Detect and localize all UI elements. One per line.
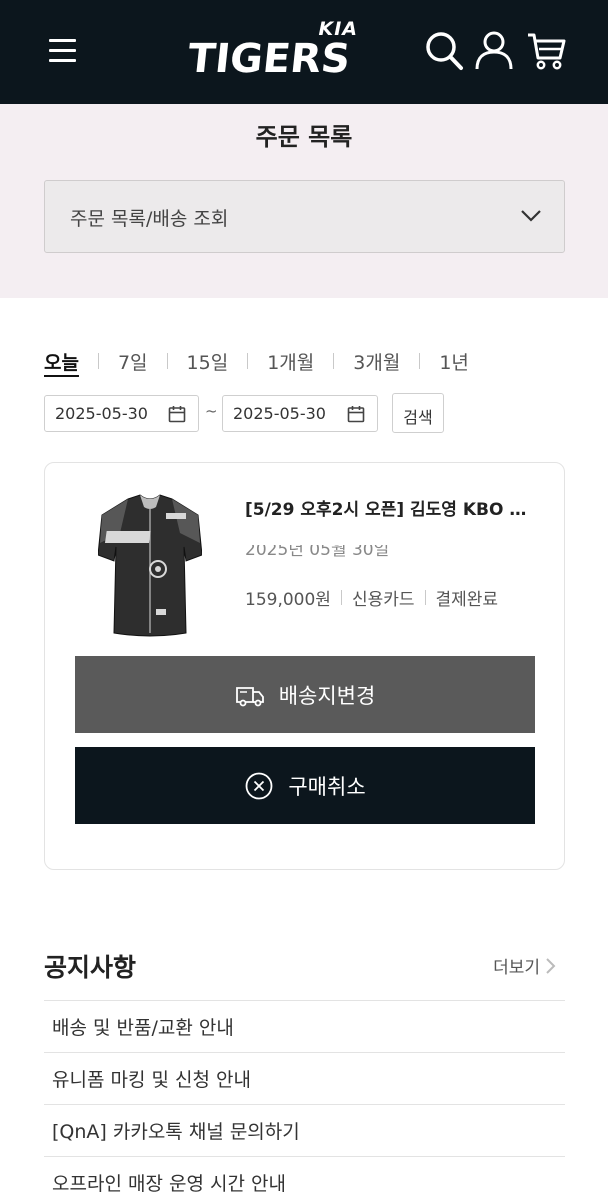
search-icon[interactable] — [424, 30, 464, 72]
period-1year[interactable]: 1년 — [439, 348, 469, 375]
calendar-icon[interactable] — [168, 405, 186, 423]
user-icon[interactable] — [474, 30, 514, 72]
notice-more-label: 더보기 — [493, 958, 540, 978]
end-date-value: 2025-05-30 — [233, 404, 326, 423]
order-date: 2025년 05월 30일 — [245, 545, 389, 559]
close-circle-icon — [245, 772, 273, 799]
period-7days[interactable]: 7일 — [118, 348, 148, 375]
order-meta: 159,000원 신용카드 결제완료 — [245, 585, 498, 610]
payment-method: 신용카드 — [351, 590, 415, 610]
search-button-label: 검색 — [403, 408, 433, 427]
page-title: 주문 목록 — [255, 123, 353, 151]
search-button[interactable]: 검색 — [392, 393, 444, 433]
notice-list: 배송 및 반품/교환 안내 유니폼 마킹 및 신청 안내 [QnA] 카카오톡 … — [44, 1000, 565, 1200]
order-price: 159,000원 — [245, 590, 331, 610]
date-range-separator: ~ — [205, 402, 218, 420]
notice-item[interactable]: 배송 및 반품/교환 안내 — [44, 1000, 565, 1052]
period-3months[interactable]: 3개월 — [353, 348, 400, 375]
notice-section-title: 공지사항 — [44, 953, 137, 982]
divider — [424, 590, 426, 605]
order-menu-select-value: 주문 목록/배송 조회 — [70, 208, 229, 230]
period-1month[interactable]: 1개월 — [267, 348, 314, 375]
product-title[interactable]: [5/29 오후2시 오픈] 김도영 KBO 올스타 유니폼 — [245, 495, 535, 520]
divider — [340, 590, 342, 605]
cancel-purchase-button[interactable]: 구매취소 — [75, 747, 535, 824]
divider — [97, 353, 99, 369]
period-15days[interactable]: 15일 — [187, 348, 229, 375]
change-address-button[interactable]: 배송지변경 — [75, 656, 535, 733]
delivery-truck-icon — [235, 686, 264, 706]
start-date-value: 2025-05-30 — [55, 404, 148, 423]
divider — [419, 353, 421, 369]
period-filter: 오늘 7일 15일 1개월 3개월 1년 — [44, 346, 469, 376]
notice-item[interactable]: 유니폼 마킹 및 신청 안내 — [44, 1052, 565, 1104]
order-date-text: 2025년 05월 30일 — [245, 545, 390, 559]
divider — [247, 353, 249, 369]
change-address-label: 배송지변경 — [278, 683, 376, 708]
cancel-purchase-label: 구매취소 — [288, 774, 366, 799]
divider — [166, 353, 168, 369]
tigers-logo[interactable]: KIA TIGERS — [186, 16, 366, 84]
cart-icon[interactable] — [526, 30, 566, 72]
notice-item[interactable]: 오프라인 매장 운영 시간 안내 — [44, 1156, 565, 1200]
end-date-input[interactable]: 2025-05-30 — [222, 395, 378, 432]
period-today[interactable]: 오늘 — [44, 348, 79, 375]
tigers-logo-text: TIGERS — [185, 36, 353, 82]
app-header: KIA TIGERS — [0, 0, 608, 104]
start-date-input[interactable]: 2025-05-30 — [44, 395, 199, 432]
hamburger-icon[interactable] — [49, 37, 76, 65]
divider — [333, 353, 335, 369]
order-menu-select[interactable]: 주문 목록/배송 조회 — [44, 180, 565, 253]
order-status: 결제완료 — [435, 590, 499, 610]
notice-item[interactable]: [QnA] 카카오톡 채널 문의하기 — [44, 1104, 565, 1156]
order-card: [5/29 오후2시 오픈] 김도영 KBO 올스타 유니폼 2025년 05월… — [44, 462, 565, 870]
calendar-icon[interactable] — [347, 405, 365, 423]
notice-more-link[interactable]: 더보기 — [493, 953, 556, 978]
chevron-down-icon — [521, 210, 541, 222]
chevron-right-icon — [546, 957, 556, 974]
jersey-product-image[interactable] — [98, 493, 202, 639]
